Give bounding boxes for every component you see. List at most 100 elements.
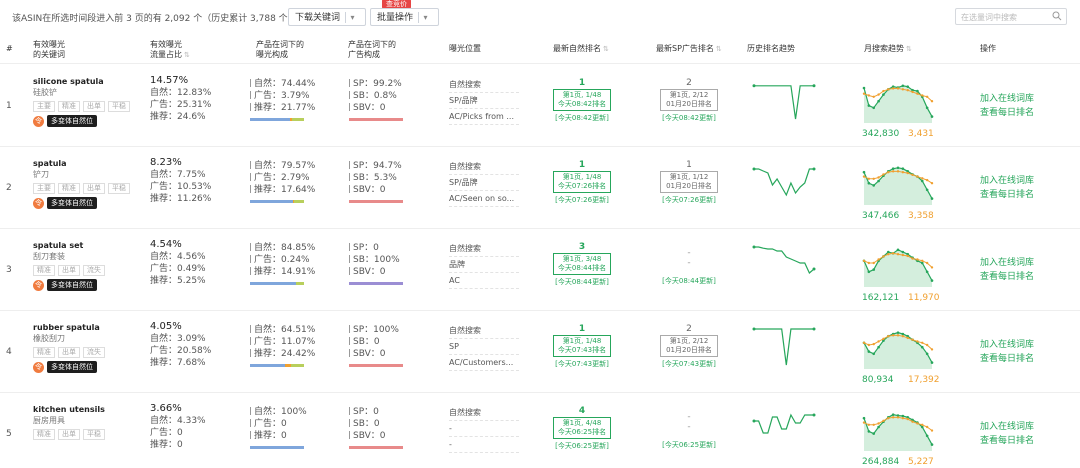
composition-rec <box>294 200 304 203</box>
view-daily-rank-link[interactable]: 查看每日排名 <box>980 352 1034 366</box>
trend-search-point <box>862 416 866 420</box>
history-rank-sparkline[interactable] <box>752 325 816 369</box>
keyword-text[interactable]: spatula <box>33 159 130 168</box>
traffic-share-cell: 4.54% 自然：4.56% 广告：0.49% 推荐：5.25% <box>150 239 206 286</box>
view-daily-rank-link[interactable]: 查看每日排名 <box>980 106 1034 120</box>
trend-search-point <box>925 188 929 192</box>
trend-search-point <box>896 166 900 170</box>
chevron-down-icon[interactable]: ▾ <box>418 12 432 23</box>
ad-composition-cell: SP：0 SB：100% SBV：0 <box>349 242 403 285</box>
ad-composition-bar <box>349 282 403 285</box>
trend-rank-point <box>901 253 905 257</box>
batch-operations-button[interactable]: 批量操作 ▾ <box>370 8 440 26</box>
sp-rank-box[interactable]: 第1页, 2/12 01月20日排名 <box>660 89 718 111</box>
trend-search-point <box>867 350 871 353</box>
sp-rank-box[interactable]: 第1页, 1/12 01月20日排名 <box>660 171 718 193</box>
keyword-tag: 平稳 <box>108 183 130 194</box>
download-label: 下载关键词 <box>295 13 341 23</box>
trend-search-point <box>901 167 905 170</box>
natural-rank-box[interactable]: 第1页, 3/48 今天08:44排名 <box>553 253 611 275</box>
trend-rank-point <box>882 89 885 93</box>
keyword-tag: 流失 <box>83 347 105 358</box>
history-line <box>754 85 814 120</box>
keyword-text[interactable]: silicone spatula <box>33 77 130 86</box>
keyword-tag: 平稳 <box>83 429 105 440</box>
keyword-text[interactable]: spatula set <box>33 241 105 250</box>
composition-bar <box>250 282 304 285</box>
batch-label: 批量操作 <box>377 13 414 23</box>
chevron-down-icon[interactable]: ▾ <box>345 12 359 23</box>
traffic-share-cell: 14.57% 自然：12.83% 广告：25.31% 推荐：24.6% <box>150 75 212 122</box>
view-daily-rank-link[interactable]: 查看每日排名 <box>980 434 1034 448</box>
monthly-search-trend[interactable]: 347,466 3,358 <box>862 155 942 225</box>
trend-right-value: 11,970 <box>908 293 940 303</box>
variant-badge: 令多变体自然位 <box>33 115 130 127</box>
operations-cell: 加入在线词库 查看每日排名 <box>980 92 1034 120</box>
row-index: 2 <box>6 183 12 193</box>
keyword-text[interactable]: kitchen utensils <box>33 405 105 414</box>
trend-rank-point <box>882 337 885 341</box>
history-point <box>752 84 756 88</box>
sp-rank-box[interactable]: 第1页, 2/12 01月20日排名 <box>660 335 718 357</box>
composition-rec <box>290 364 304 367</box>
search-input[interactable]: 在选量词中搜索 <box>955 8 1067 25</box>
natural-rank-box[interactable]: 第1页, 4/48 今天06:25排名 <box>553 417 611 439</box>
trend-rank-point <box>916 258 919 261</box>
keyword-cell: rubber spatula 橡胶刮刀 精准 出单 流失 令多变体自然位 <box>33 323 105 373</box>
monthly-search-trend[interactable]: 80,934 17,392 <box>862 319 942 389</box>
trend-rank-point <box>911 257 914 260</box>
history-rank-sparkline[interactable] <box>752 407 816 451</box>
trend-chart <box>862 331 934 369</box>
exposure-position-cell: 自然搜索 - - <box>449 405 519 453</box>
add-to-library-link[interactable]: 加入在线词库 <box>980 256 1034 270</box>
search-icon[interactable] <box>1052 11 1062 21</box>
header-sp-rank[interactable]: 最新SP广告排名 ⇅ <box>656 44 722 54</box>
trend-rank-point <box>911 420 914 423</box>
row-index: 3 <box>6 265 12 275</box>
history-rank-sparkline[interactable] <box>752 243 816 287</box>
variant-icon: 令 <box>33 361 44 373</box>
trend-search-point <box>901 414 905 418</box>
natural-rank-cell: 1 第1页, 1/48 今天07:26排名 [今天07:26更新] <box>553 160 611 205</box>
history-point <box>752 245 756 249</box>
trend-rank-point <box>882 419 885 423</box>
header-natural-rank[interactable]: 最新自然排名 ⇅ <box>553 44 609 54</box>
monthly-search-trend[interactable]: 264,884 5,227 <box>862 401 942 468</box>
add-to-library-link[interactable]: 加入在线词库 <box>980 338 1034 352</box>
add-to-library-link[interactable]: 加入在线词库 <box>980 174 1034 188</box>
sp-rank-cell: - - [今天06:25更新] <box>662 412 716 449</box>
trend-rank-point <box>906 254 909 258</box>
trend-search-point <box>901 84 905 88</box>
keyword-tag: 精准 <box>58 183 80 194</box>
keyword-translation: 铲刀 <box>33 170 49 179</box>
trend-rank-point <box>867 343 871 347</box>
trend-search-point <box>867 270 871 274</box>
keyword-text[interactable]: rubber spatula <box>33 323 105 332</box>
row-index: 4 <box>6 347 12 357</box>
history-rank-sparkline[interactable] <box>752 79 816 123</box>
sp-rank-cell: 1 第1页, 1/12 01月20日排名 [今天07:26更新] <box>660 160 718 205</box>
download-keywords-button[interactable]: 下载关键词 ▾ <box>288 8 367 26</box>
header-traffic-share[interactable]: 有效曝光 流量占比 ⇅ <box>150 40 190 60</box>
trend-rank-point <box>887 88 890 91</box>
trend-right-value: 5,227 <box>908 457 934 467</box>
trend-search-point <box>872 352 876 356</box>
natural-rank-cell: 4 第1页, 4/48 今天06:25排名 [今天06:25更新] <box>553 406 611 451</box>
trend-rank-point <box>867 94 871 97</box>
trend-right-value: 3,431 <box>908 129 934 139</box>
search-placeholder: 在选量词中搜索 <box>961 13 1017 22</box>
trend-search-point <box>867 181 871 185</box>
add-to-library-link[interactable]: 加入在线词库 <box>980 420 1034 434</box>
view-daily-rank-link[interactable]: 查看每日排名 <box>980 270 1034 284</box>
operations-cell: 加入在线词库 查看每日排名 <box>980 174 1034 202</box>
header-monthly-trend[interactable]: 月搜索趋势 ⇅ <box>864 44 912 54</box>
monthly-search-trend[interactable]: 342,830 3,431 <box>862 73 942 143</box>
header-exposure-position: 曝光位置 <box>449 44 481 53</box>
history-rank-sparkline[interactable] <box>752 161 816 205</box>
natural-rank-box[interactable]: 第1页, 1/48 今天07:26排名 <box>553 171 611 193</box>
view-daily-rank-link[interactable]: 查看每日排名 <box>980 188 1034 202</box>
monthly-search-trend[interactable]: 162,121 11,970 <box>862 237 942 307</box>
add-to-library-link[interactable]: 加入在线词库 <box>980 92 1034 106</box>
natural-rank-box[interactable]: 第1页, 1/48 今天07:43排名 <box>553 335 611 357</box>
natural-rank-box[interactable]: 第1页, 1/48 今天08:42排名 <box>553 89 611 111</box>
